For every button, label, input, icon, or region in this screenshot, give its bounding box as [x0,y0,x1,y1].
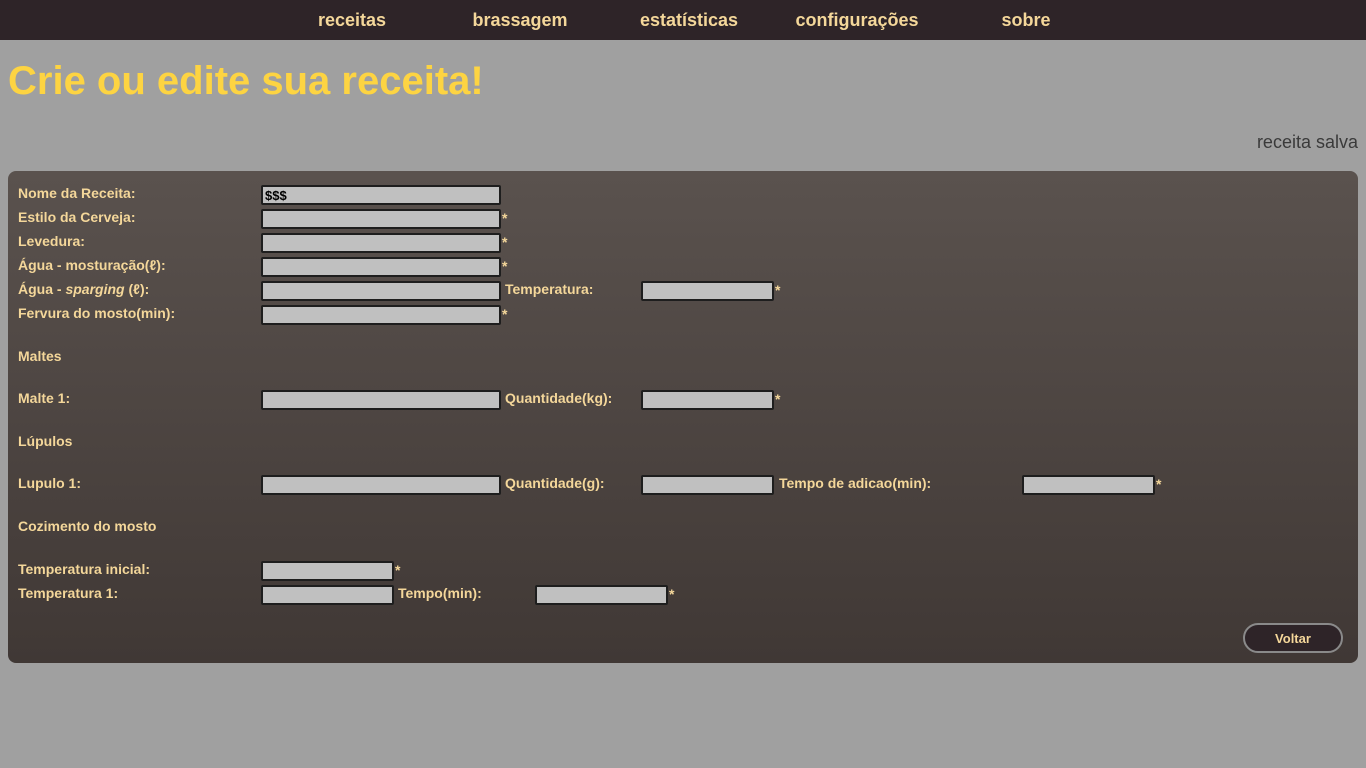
page-title: Crie ou edite sua receita! [8,59,484,103]
sparge-water-label-suffix: (ℓ): [124,281,150,297]
malt-quantity-input[interactable] [641,390,774,410]
hop-quantity-label: Quantidade(g): [505,475,605,491]
boil-time-label: Fervura do mosto(min): [18,305,176,321]
malt-1-input[interactable] [261,390,501,410]
step-time-label: Tempo(min): [398,585,482,601]
hop-addition-time-label: Tempo de adicao(min): [779,475,932,491]
nav-item-receitas[interactable]: receitas [318,0,386,40]
sparge-temperature-input[interactable] [641,281,774,301]
save-status: receita salva [1256,132,1358,152]
required-mark: * [1156,476,1162,492]
required-mark: * [669,586,675,602]
required-mark: * [395,562,401,578]
malts-section-title: Maltes [18,348,62,364]
recipe-form-panel: Nome da Receita: Estilo da Cerveja: * Le… [8,171,1358,663]
hop-1-label: Lupulo 1: [18,475,81,491]
initial-temperature-input[interactable] [261,561,394,581]
beer-style-input[interactable] [261,209,501,229]
recipe-name-input[interactable] [261,185,501,205]
back-button[interactable]: Voltar [1243,623,1343,653]
required-mark: * [775,391,781,407]
sparge-water-label-em: sparging [65,281,125,297]
hop-quantity-input[interactable] [641,475,774,495]
nav-item-configuracoes[interactable]: configurações [795,0,918,40]
required-mark: * [502,306,508,322]
nav-item-estatisticas[interactable]: estatísticas [640,0,738,40]
mash-water-label: Água - mosturação(ℓ): [18,257,166,273]
mash-steps-section-title: Cozimento do mosto [18,518,157,534]
nav-item-brassagem[interactable]: brassagem [472,0,567,40]
top-nav: receitas brassagem estatísticas configur… [0,0,1366,40]
yeast-input[interactable] [261,233,501,253]
hop-addition-time-input[interactable] [1022,475,1155,495]
required-mark: * [502,234,508,250]
sparge-water-label-prefix: Água - [18,281,66,297]
hops-section-title: Lúpulos [18,433,73,449]
boil-time-input[interactable] [261,305,501,325]
step-time-input[interactable] [535,585,668,605]
beer-style-label: Estilo da Cerveja: [18,209,136,225]
recipe-name-label: Nome da Receita: [18,185,136,201]
required-mark: * [502,210,508,226]
mash-water-input[interactable] [261,257,501,277]
temperature-1-label: Temperatura 1: [18,585,119,601]
malt-quantity-label: Quantidade(kg): [505,390,613,406]
malt-1-label: Malte 1: [18,390,71,406]
nav-item-sobre[interactable]: sobre [1001,0,1050,40]
sparge-water-label: Água - sparging (ℓ): [18,280,149,298]
hop-1-input[interactable] [261,475,501,495]
required-mark: * [502,258,508,274]
yeast-label: Levedura: [18,233,85,249]
sparge-temperature-label: Temperatura: [505,281,594,297]
sparge-water-input[interactable] [261,281,501,301]
initial-temperature-label: Temperatura inicial: [18,561,151,577]
required-mark: * [775,282,781,298]
temperature-1-input[interactable] [261,585,394,605]
